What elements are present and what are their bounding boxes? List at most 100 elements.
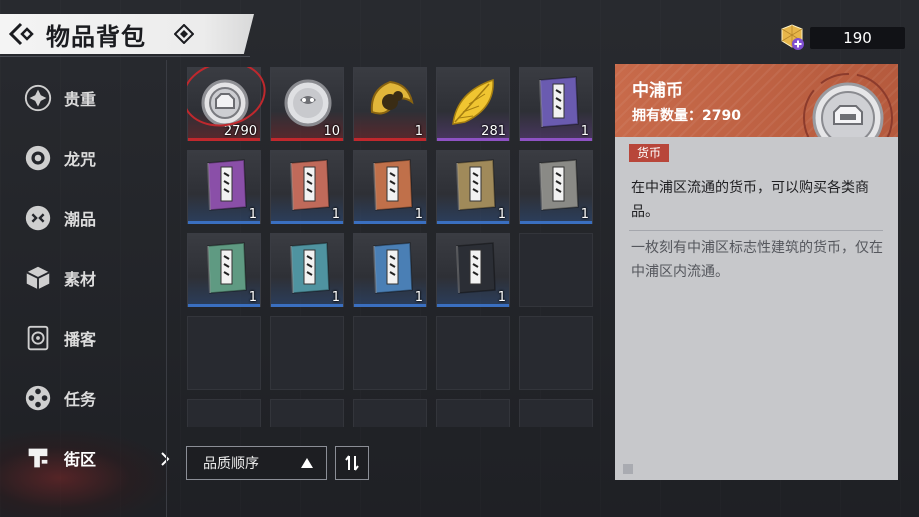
inventory-slot[interactable]: 1 (270, 150, 344, 224)
item-count: 1 (414, 124, 423, 139)
item-category-tag: 货币 (629, 144, 670, 162)
item-owned-count: 拥有数量：2790 (632, 108, 741, 124)
item-image (526, 72, 588, 132)
sidebar-item-7[interactable]: 街区 (22, 436, 162, 480)
coin-icon (803, 73, 893, 137)
item-image (443, 238, 505, 298)
rarity-bar (271, 138, 343, 141)
sidebar-item-label: 街区 (64, 450, 97, 469)
rarity-bar (188, 221, 260, 224)
sidebar-item-label: 潮品 (64, 210, 97, 229)
rarity-bar (354, 221, 426, 224)
rarity-bar (188, 304, 260, 307)
sort-order-toggle[interactable] (335, 446, 369, 480)
inventory-slot[interactable]: 1 (519, 67, 593, 141)
inventory-slot[interactable]: 1 (353, 67, 427, 141)
diamond-star-icon (22, 82, 54, 114)
page-header: 物品背包 (0, 14, 254, 54)
empty-slot (519, 233, 593, 307)
rarity-bar (271, 221, 343, 224)
sidebar-item-1[interactable]: 贵重 (22, 76, 162, 120)
film-reel-icon (22, 382, 54, 414)
back-button[interactable] (0, 14, 46, 54)
header-divider (0, 56, 250, 57)
inventory-slot[interactable]: 1 (187, 233, 261, 307)
empty-slot (270, 399, 344, 427)
page-title: 物品背包 (46, 21, 146, 51)
info-button[interactable] (174, 24, 194, 44)
rarity-bar (437, 304, 509, 307)
empty-slot (353, 399, 427, 427)
empty-slot (187, 316, 261, 390)
inventory-slot[interactable]: 1 (436, 150, 510, 224)
item-count: 1 (497, 207, 506, 222)
sidebar-item-6[interactable]: 任务 (22, 376, 162, 420)
inventory-slot[interactable]: 1 (353, 233, 427, 307)
rarity-bar (271, 304, 343, 307)
item-count: 1 (497, 290, 506, 305)
rarity-bar (188, 138, 260, 141)
item-image (194, 238, 256, 298)
inventory-slot[interactable]: 10 (270, 67, 344, 141)
currency-amount: 190 (810, 27, 905, 49)
sidebar-item-4[interactable]: 素材 (22, 256, 162, 300)
item-image (277, 155, 339, 215)
empty-slot (519, 399, 593, 427)
inventory-slot[interactable]: 1 (270, 233, 344, 307)
cube-icon (22, 262, 54, 294)
item-image (526, 155, 588, 215)
item-image (277, 72, 339, 132)
item-count: 1 (248, 207, 257, 222)
item-image (360, 238, 422, 298)
rarity-bar (354, 138, 426, 141)
inventory-slot[interactable]: 1 (187, 150, 261, 224)
sidebar-item-label: 素材 (64, 270, 97, 289)
item-count: 1 (580, 207, 589, 222)
rarity-bar (354, 304, 426, 307)
sidebar-item-2[interactable]: 龙咒 (22, 136, 162, 180)
add-currency-button[interactable] (778, 23, 806, 51)
inventory-slot[interactable]: 1 (436, 233, 510, 307)
category-sidebar: 贵重龙咒潮品素材播客任务街区 (0, 60, 170, 517)
ring-icon (22, 142, 54, 174)
rarity-bar (520, 138, 592, 141)
rarity-bar (437, 221, 509, 224)
item-count: 1 (414, 207, 423, 222)
item-count: 1 (331, 207, 340, 222)
item-image (277, 238, 339, 298)
item-count: 281 (481, 124, 506, 139)
empty-slot (270, 316, 344, 390)
district-icon (22, 442, 54, 474)
gem-plus-icon (781, 24, 804, 50)
sort-dropdown[interactable]: 品质顺序 (186, 446, 327, 480)
sidebar-item-label: 贵重 (64, 90, 97, 109)
item-count: 10 (323, 124, 340, 139)
sidebar-item-label: 播客 (64, 330, 97, 349)
item-count: 1 (248, 290, 257, 305)
chevron-right-icon (161, 452, 170, 466)
item-image (443, 155, 505, 215)
inventory-slot[interactable]: 1 (519, 150, 593, 224)
rarity-bar (437, 138, 509, 141)
currency-display: 190 (778, 22, 905, 52)
item-detail-panel: 中浦币 拥有数量：2790 货币 在中浦区流通的货币，可以购买各类商品。 一枚刻… (615, 64, 898, 480)
item-name: 中浦币 (632, 81, 683, 101)
detail-divider (629, 230, 883, 231)
back-arrow-icon (9, 22, 34, 46)
item-image (194, 72, 256, 132)
empty-slot (519, 316, 593, 390)
mask-icon (22, 202, 54, 234)
item-count: 1 (331, 290, 340, 305)
item-count: 1 (580, 124, 589, 139)
inventory-slot[interactable]: 2790 (187, 67, 261, 141)
sidebar-divider (166, 60, 167, 517)
item-image (194, 155, 256, 215)
triangle-up-icon (301, 458, 313, 468)
inventory-grid: 2790 10 1 281 1 1 1 1 1 1 1 1 1 1 (187, 67, 599, 427)
sidebar-item-5[interactable]: 播客 (22, 316, 162, 360)
inventory-slot[interactable]: 281 (436, 67, 510, 141)
sidebar-item-3[interactable]: 潮品 (22, 196, 162, 240)
sidebar-item-label: 任务 (64, 390, 97, 409)
empty-slot (353, 316, 427, 390)
inventory-slot[interactable]: 1 (353, 150, 427, 224)
